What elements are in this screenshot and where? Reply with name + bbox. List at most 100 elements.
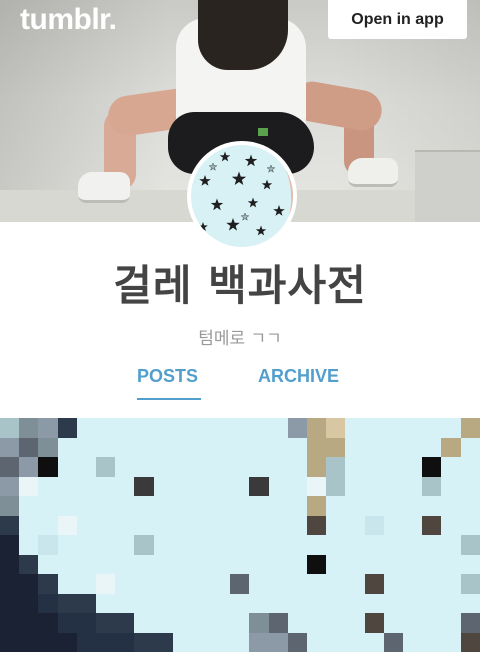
mosaic-pixel: [345, 515, 365, 535]
mosaic-pixel: [153, 457, 173, 477]
mosaic-pixel: [326, 515, 346, 535]
mosaic-pixel: [249, 593, 269, 613]
mosaic-pixel: [268, 593, 288, 613]
open-in-app-button[interactable]: Open in app: [328, 0, 467, 39]
mosaic-pixel: [383, 476, 403, 496]
mosaic-pixel: [364, 496, 384, 516]
mosaic-pixel: [19, 593, 39, 613]
mosaic-pixel: [287, 632, 307, 652]
mosaic-pixel: [38, 554, 58, 574]
mosaic-pixel: [76, 535, 96, 555]
mosaic-pixel: [326, 476, 346, 496]
mosaic-pixel: [134, 418, 154, 438]
mosaic-pixel: [422, 418, 442, 438]
mosaic-pixel: [460, 632, 480, 652]
mosaic-pixel: [95, 574, 116, 594]
mosaic-pixel: [153, 593, 173, 613]
mosaic-pixel: [422, 515, 442, 535]
mosaic-pixel: [134, 574, 154, 594]
mosaic-pixel: [441, 554, 461, 574]
mosaic-pixel: [153, 535, 173, 555]
mosaic-pixel: [211, 457, 231, 477]
mosaic-pixel: [307, 457, 327, 477]
mosaic-pixel: [326, 496, 346, 516]
mosaic-pixel: [211, 613, 231, 633]
tab-posts[interactable]: POSTS: [137, 366, 198, 387]
mosaic-pixel: [95, 554, 116, 574]
mosaic-pixel: [345, 535, 365, 555]
mosaic-pixel: [211, 476, 231, 496]
mosaic-pixel: [230, 613, 250, 633]
mosaic-pixel: [76, 554, 96, 574]
mosaic-pixel: [402, 437, 423, 457]
mosaic-pixel: [230, 476, 250, 496]
banner-figure-shoe-left: [78, 172, 130, 203]
mosaic-pixel: [153, 496, 173, 516]
mosaic-pixel: [0, 535, 20, 555]
mosaic-pixel: [95, 476, 116, 496]
mosaic-pixel: [230, 593, 250, 613]
mosaic-pixel: [326, 554, 346, 574]
post-image-pixelated[interactable]: [0, 418, 480, 652]
mosaic-pixel: [402, 496, 423, 516]
mosaic-pixel: [19, 457, 39, 477]
mosaic-pixel: [383, 515, 403, 535]
mosaic-pixel: [460, 457, 480, 477]
banner-figure-hair: [198, 0, 288, 70]
mosaic-pixel: [172, 632, 192, 652]
mosaic-pixel: [441, 496, 461, 516]
mosaic-pixel: [383, 457, 403, 477]
mosaic-pixel: [307, 476, 327, 496]
mosaic-pixel: [95, 593, 116, 613]
tab-archive[interactable]: ARCHIVE: [258, 366, 339, 387]
mosaic-pixel: [153, 418, 173, 438]
mosaic-pixel: [268, 632, 288, 652]
mosaic-pixel: [19, 437, 39, 457]
mosaic-pixel: [19, 535, 39, 555]
mosaic-pixel: [441, 593, 461, 613]
mosaic-pixel: [0, 457, 20, 477]
mosaic-pixel: [19, 476, 39, 496]
mosaic-pixel: [364, 554, 384, 574]
avatar[interactable]: [187, 141, 297, 251]
mosaic-pixel: [191, 476, 212, 496]
mosaic-pixel: [95, 437, 116, 457]
mosaic-pixel: [345, 418, 365, 438]
mosaic-pixel: [345, 632, 365, 652]
mosaic-pixel: [134, 437, 154, 457]
mosaic-pixel: [460, 515, 480, 535]
mosaic-pixel: [172, 554, 192, 574]
mosaic-pixel: [153, 437, 173, 457]
mosaic-pixel: [19, 515, 39, 535]
mosaic-pixel: [422, 535, 442, 555]
mosaic-pixel: [115, 632, 135, 652]
mosaic-pixel: [345, 496, 365, 516]
mosaic-pixel: [249, 437, 269, 457]
mosaic-pixel: [230, 554, 250, 574]
mosaic-pixel: [307, 632, 327, 652]
mosaic-pixel: [153, 515, 173, 535]
mosaic-pixel: [441, 418, 461, 438]
mosaic-pixel: [249, 574, 269, 594]
mosaic-pixel: [422, 574, 442, 594]
mosaic-pixel: [191, 437, 212, 457]
mosaic-pixel: [441, 457, 461, 477]
mosaic-pixel: [307, 554, 327, 574]
mosaic-pixel: [326, 437, 346, 457]
mosaic-pixel: [134, 554, 154, 574]
mosaic-pixel: [422, 593, 442, 613]
mosaic-pixel: [307, 515, 327, 535]
mosaic-pixel: [402, 515, 423, 535]
mosaic-pixel: [402, 418, 423, 438]
mosaic-pixel: [19, 554, 39, 574]
mosaic-pixel: [38, 613, 58, 633]
mosaic-pixel: [76, 632, 96, 652]
mosaic-pixel: [402, 457, 423, 477]
mosaic-pixel: [191, 593, 212, 613]
mosaic-pixel: [441, 632, 461, 652]
mosaic-pixel: [153, 613, 173, 633]
tumblr-logo[interactable]: tumblr.: [20, 3, 117, 37]
mosaic-pixel: [191, 632, 212, 652]
mosaic-pixel: [307, 613, 327, 633]
mosaic-pixel: [134, 632, 154, 652]
